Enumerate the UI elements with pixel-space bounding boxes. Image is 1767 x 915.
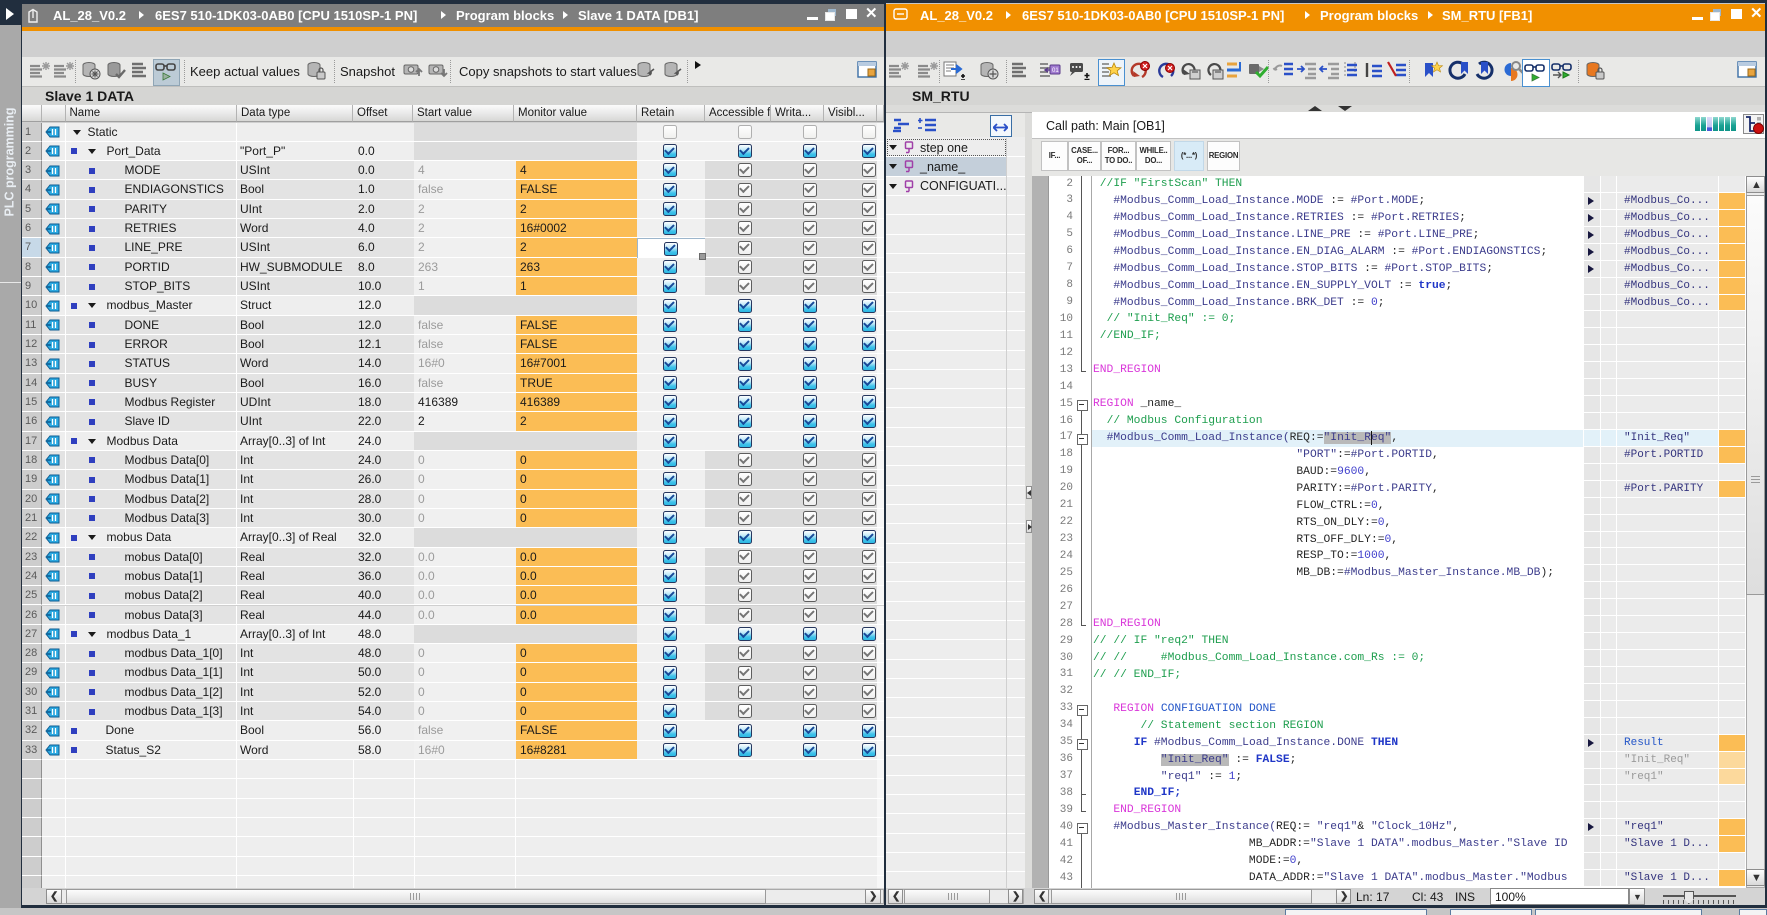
svg-text:01: 01 [1052,68,1059,74]
